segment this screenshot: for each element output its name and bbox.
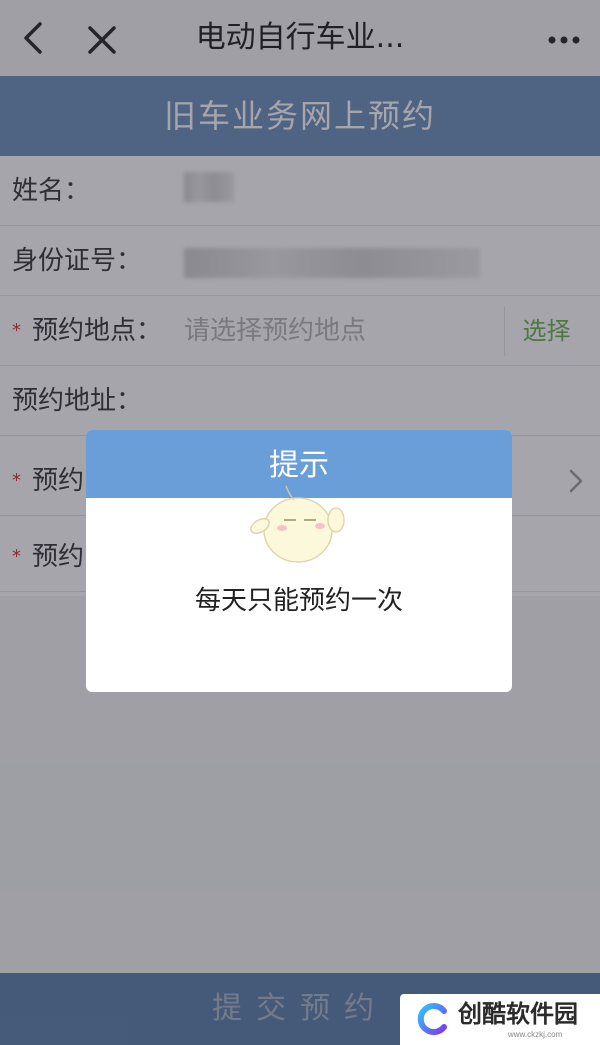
watermark-url: www.ckzkj.com (508, 1030, 563, 1039)
mascot-icon (250, 485, 345, 563)
alert-dialog: 提示 每天只能预约一次 (86, 430, 512, 692)
watermark-name: 创酷软件园 (458, 1000, 578, 1028)
dialog-message: 每天只能预约一次 (194, 586, 403, 616)
watermark-logo: 创酷软件园 www.ckzkj.com (400, 994, 600, 1045)
logo-icon (417, 1003, 447, 1035)
